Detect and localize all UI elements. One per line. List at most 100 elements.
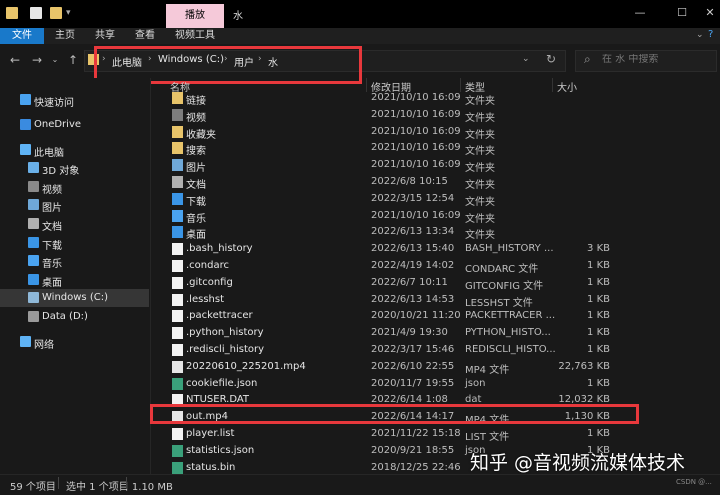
tab-view[interactable]: 查看 <box>130 28 160 44</box>
address-dropdown-icon[interactable]: ⌄ <box>522 54 530 64</box>
tab-share[interactable]: 共享 <box>90 28 120 44</box>
file-type: BASH_HISTORY ... <box>465 243 554 254</box>
file-name: 桌面 <box>186 230 206 241</box>
sidebar-item[interactable]: 3D 对象 <box>0 159 149 177</box>
file-name: 20220610_225201.mp4 <box>186 361 306 372</box>
bin-file-icon <box>172 462 183 474</box>
recent-dropdown-icon[interactable]: ⌄ <box>48 53 62 67</box>
sidebar-item[interactable]: 音乐 <box>0 252 149 270</box>
file-row[interactable]: cookiefile.json 2020/11/7 19:55 json 1 KB <box>166 375 720 392</box>
sidebar-item[interactable]: 下载 <box>0 234 149 252</box>
refresh-icon[interactable]: ↻ <box>546 52 556 66</box>
file-name: statistics.json <box>186 445 255 456</box>
json-file-icon <box>172 445 183 457</box>
folder-icon <box>6 7 18 19</box>
file-row[interactable]: 图片 2021/10/10 16:09 文件夹 <box>166 156 720 174</box>
file-row[interactable]: 文档 2022/6/8 10:15 文件夹 <box>166 173 720 191</box>
maximize-button[interactable]: ☐ <box>672 6 692 20</box>
file-row[interactable]: 搜索 2021/10/10 16:09 文件夹 <box>166 139 720 157</box>
file-row[interactable]: 收藏夹 2021/10/10 16:09 文件夹 <box>166 123 720 141</box>
help-icon[interactable]: ? <box>708 29 713 40</box>
file-name: 搜索 <box>186 146 206 157</box>
sidebar-item[interactable]: 网络 <box>0 333 149 351</box>
file-row[interactable]: 链接 2021/10/10 16:09 文件夹 <box>166 89 720 107</box>
sidebar-item[interactable]: Windows (C:) <box>0 289 149 307</box>
file-row[interactable]: .python_history 2021/4/9 19:30 PYTHON_HIST… <box>166 324 720 341</box>
file-row[interactable]: .rediscli_history 2022/3/17 15:46 REDISCLI… <box>166 341 720 358</box>
context-tab-play[interactable]: 播放 <box>166 4 224 28</box>
sidebar-item[interactable]: Data (D:) <box>0 308 149 326</box>
file-size: 1 KB <box>587 294 610 305</box>
file-date: 2021/10/10 16:09 <box>371 159 461 170</box>
favorites-icon <box>172 126 183 138</box>
file-size: 1 KB <box>587 428 610 439</box>
back-arrow-icon[interactable]: ← <box>8 53 22 67</box>
picture-icon <box>28 199 39 210</box>
file-row[interactable]: 桌面 2022/6/13 13:34 文件夹 <box>166 223 720 241</box>
picture-icon <box>172 159 183 171</box>
file-row[interactable]: .lesshst 2022/6/13 14:53 LESSHST 文件 1 KB <box>166 291 720 309</box>
search-input[interactable] <box>602 54 712 65</box>
properties-icon[interactable] <box>30 7 42 19</box>
sidebar-item[interactable]: 快速访问 <box>0 91 149 109</box>
sidebar-item[interactable]: 桌面 <box>0 271 149 289</box>
file-type: CONDARC 文件 <box>465 264 539 275</box>
pc-icon <box>20 144 31 155</box>
file-date: 2018/12/25 22:46 <box>371 462 461 473</box>
file-type: 文件夹 <box>465 146 495 157</box>
file-icon <box>172 428 183 440</box>
new-folder-icon[interactable] <box>50 7 62 19</box>
sidebar-item-label: 音乐 <box>42 259 62 270</box>
network-icon <box>20 336 31 347</box>
drive-icon <box>28 311 39 322</box>
file-row[interactable]: .gitconfig 2022/6/7 10:11 GITCONFIG 文件 1 KB <box>166 274 720 292</box>
sidebar-item[interactable]: 此电脑 <box>0 141 149 159</box>
up-arrow-icon[interactable]: ↑ <box>66 53 80 67</box>
file-date: 2021/10/10 16:09 <box>371 109 461 120</box>
search-folder-icon <box>172 142 183 154</box>
file-date: 2020/9/21 18:55 <box>371 445 455 456</box>
file-name: .bash_history <box>186 243 253 254</box>
sidebar-item[interactable]: 视频 <box>0 178 149 196</box>
star-icon <box>20 94 31 105</box>
file-size: 1 KB <box>587 327 610 338</box>
file-row[interactable]: 20220610_225201.mp4 2022/6/10 22:55 MP4 文件… <box>166 358 720 376</box>
file-row[interactable]: 音乐 2021/10/10 16:09 文件夹 <box>166 207 720 225</box>
file-date: 2022/6/10 22:55 <box>371 361 455 372</box>
file-type: PYTHON_HISTO... <box>465 327 551 338</box>
file-date: 2022/6/7 10:11 <box>371 277 448 288</box>
file-name: .condarc <box>186 260 229 271</box>
file-date: 2022/4/19 14:02 <box>371 260 455 271</box>
file-name: 视频 <box>186 113 206 124</box>
tab-video-tools[interactable]: 视频工具 <box>170 28 220 44</box>
sidebar-item[interactable]: 图片 <box>0 196 149 214</box>
close-button[interactable]: ✕ <box>700 6 720 20</box>
tab-file[interactable]: 文件 <box>0 28 44 44</box>
sidebar-item-label: Data (D:) <box>42 311 88 322</box>
file-row[interactable]: 视频 2021/10/10 16:09 文件夹 <box>166 106 720 124</box>
forward-arrow-icon[interactable]: → <box>30 53 44 67</box>
window-title: 水 <box>233 11 243 22</box>
file-name: player.list <box>186 428 235 439</box>
sidebar-item-label: Windows (C:) <box>42 292 108 303</box>
minimize-button[interactable]: — <box>630 6 650 20</box>
file-icon <box>172 277 183 289</box>
sidebar-item[interactable]: 文档 <box>0 215 149 233</box>
file-row[interactable]: .condarc 2022/4/19 14:02 CONDARC 文件 1 KB <box>166 257 720 275</box>
file-type: 文件夹 <box>465 163 495 174</box>
file-row[interactable]: 下载 2022/3/15 12:54 文件夹 <box>166 190 720 208</box>
file-icon <box>172 243 183 255</box>
watermark: 知乎 @音视频流媒体技术 <box>470 452 686 474</box>
file-row[interactable]: player.list 2021/11/22 15:18 LIST 文件 1 KB <box>166 425 720 443</box>
file-icon <box>172 310 183 322</box>
tab-home[interactable]: 主页 <box>50 28 80 44</box>
document-icon <box>28 218 39 229</box>
file-date: 2021/4/9 19:30 <box>371 327 448 338</box>
sidebar-item-label: 网络 <box>34 340 54 351</box>
ribbon-expand-icon[interactable]: ⌄ <box>696 30 704 40</box>
file-date: 2022/6/13 15:40 <box>371 243 455 254</box>
quick-access-dropdown-icon[interactable]: ▾ <box>66 8 71 18</box>
file-row[interactable]: .packettracer 2020/10/21 11:20 PACKETTRACE… <box>166 307 720 324</box>
file-row[interactable]: .bash_history 2022/6/13 15:40 BASH_HISTORY… <box>166 240 720 257</box>
sidebar-item[interactable]: OneDrive <box>0 116 149 134</box>
